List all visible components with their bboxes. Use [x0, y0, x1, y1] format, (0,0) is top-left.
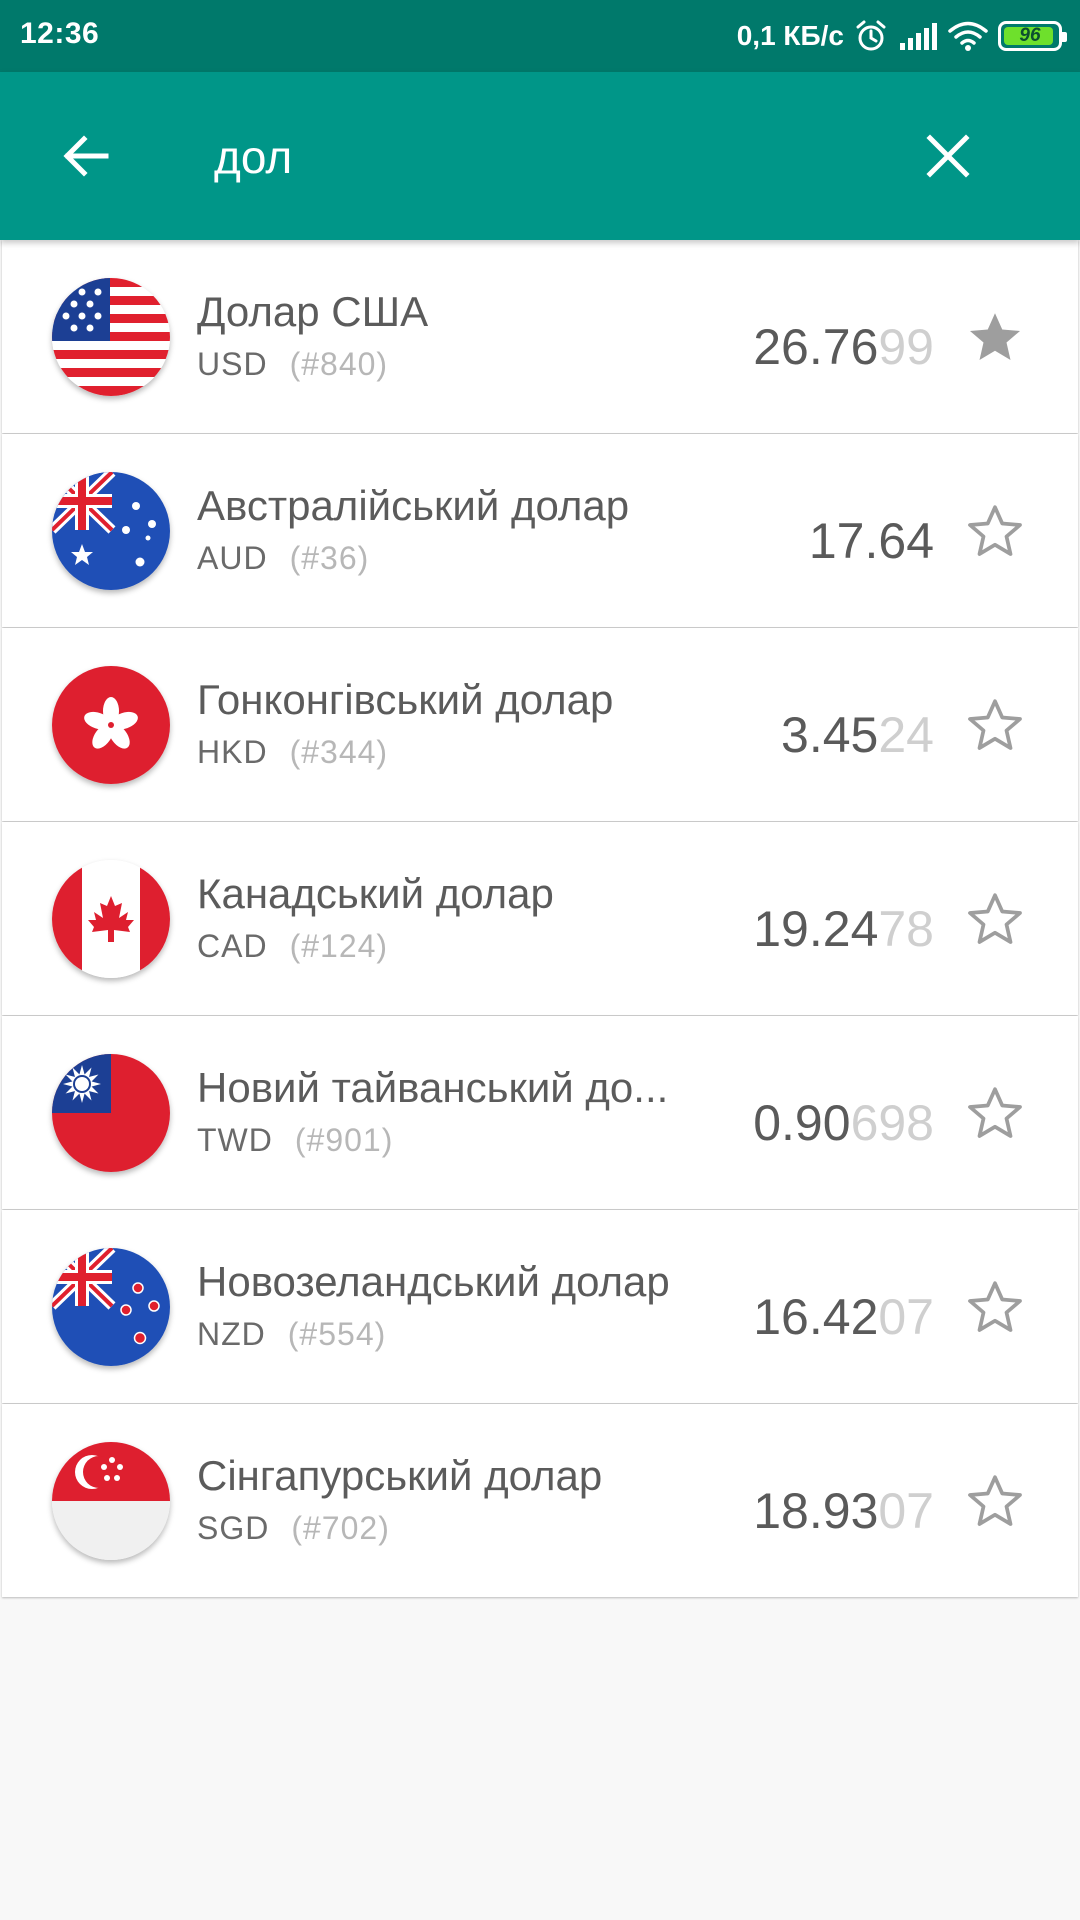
- star-outline-icon: [968, 1475, 1022, 1526]
- currency-item-twd[interactable]: Новий тайванський до... TWD (#901) 0.9069…: [2, 1016, 1078, 1209]
- us-flag-icon: [52, 278, 170, 396]
- currency-name: Новий тайванський до...: [197, 1064, 669, 1111]
- rate-main: 19.24: [753, 901, 879, 957]
- currency-item-nzd[interactable]: Новозеландський долар NZD (#554) 16.4207: [2, 1210, 1078, 1403]
- currency-code-line: AUD (#36): [197, 540, 369, 577]
- exchange-rate: 26.7699: [753, 318, 934, 376]
- currency-number: (#702): [291, 1510, 390, 1546]
- alarm-icon: [854, 19, 888, 53]
- rate-main: 17.64: [808, 513, 934, 569]
- currency-name: Сінгапурський долар: [197, 1452, 603, 1499]
- currency-code: CAD: [197, 928, 268, 964]
- star-outline-icon: [968, 893, 1022, 944]
- rate-main: 16.42: [753, 1289, 879, 1345]
- currency-item-aud[interactable]: Австралійський долар AUD (#36) 17.64: [2, 434, 1078, 627]
- currency-code: NZD: [197, 1316, 266, 1352]
- currency-name: Новозеландський долар: [197, 1258, 670, 1305]
- currency-code-line: TWD (#901): [197, 1122, 393, 1159]
- currency-list: Долар США USD (#840) 26.7699 Австралійсь…: [0, 240, 1080, 1598]
- star-filled-icon: [970, 313, 1020, 360]
- currency-code-line: CAD (#124): [197, 928, 388, 965]
- favorite-star-button[interactable]: [962, 1468, 1028, 1534]
- search-app-bar: [0, 72, 1080, 240]
- currency-item-hkd[interactable]: Гонконгівський долар HKD (#344) 3.4524: [2, 628, 1078, 821]
- network-speed: 0,1 КБ/с: [736, 20, 844, 51]
- rate-tail: 698: [850, 1095, 934, 1151]
- back-button[interactable]: [48, 118, 124, 194]
- sg-flag-icon: [52, 1442, 170, 1560]
- wifi-icon: [948, 20, 988, 52]
- currency-name: Австралійський долар: [197, 482, 630, 529]
- battery-icon: 96: [998, 21, 1067, 51]
- status-bar: 12:36 0,1 КБ/с 96: [0, 0, 1080, 72]
- favorite-star-button[interactable]: [962, 498, 1028, 564]
- currency-code: AUD: [197, 540, 268, 576]
- currency-code-line: USD (#840): [197, 346, 388, 383]
- currency-item-cad[interactable]: Канадський долар CAD (#124) 19.2478: [2, 822, 1078, 1015]
- currency-code-line: SGD (#702): [197, 1510, 390, 1547]
- currency-item-usd[interactable]: Долар США USD (#840) 26.7699: [2, 240, 1078, 433]
- favorite-star-button[interactable]: [962, 1274, 1028, 1340]
- battery-level: 96: [1019, 25, 1041, 46]
- currency-code: TWD: [197, 1122, 273, 1158]
- hk-flag-icon: [52, 666, 170, 784]
- exchange-rate: 16.4207: [753, 1288, 934, 1346]
- nz-flag-icon: [52, 1248, 170, 1366]
- favorite-star-button[interactable]: [962, 886, 1028, 952]
- currency-number: (#554): [287, 1316, 387, 1352]
- currency-number: (#344): [289, 734, 389, 770]
- currency-number: (#124): [289, 928, 389, 964]
- rate-tail: 24: [878, 707, 934, 763]
- status-icons: 0,1 КБ/с 96: [736, 14, 1067, 58]
- rate-tail: 78: [878, 901, 934, 957]
- status-time: 12:36: [20, 17, 100, 50]
- rate-main: 0.90: [753, 1095, 851, 1151]
- exchange-rate: 17.64: [809, 512, 934, 570]
- close-icon: [926, 134, 970, 178]
- clear-search-button[interactable]: [910, 118, 986, 194]
- rate-main: 18.93: [753, 1483, 879, 1539]
- currency-number: (#840): [289, 346, 389, 382]
- exchange-rate: 19.2478: [753, 900, 934, 958]
- currency-code: USD: [197, 346, 268, 382]
- currency-name: Гонконгівський долар: [197, 676, 614, 723]
- star-outline-icon: [968, 1087, 1022, 1138]
- signal-icon: [898, 21, 938, 51]
- ca-flag-icon: [52, 860, 170, 978]
- star-outline-icon: [968, 505, 1022, 556]
- currency-number: (#901): [294, 1122, 394, 1158]
- star-outline-icon: [968, 1281, 1022, 1332]
- exchange-rate: 0.90698: [753, 1094, 934, 1152]
- star-outline-icon: [968, 699, 1022, 750]
- arrow-left-icon: [63, 135, 109, 177]
- currency-code-line: HKD (#344): [197, 734, 388, 771]
- currency-code-line: NZD (#554): [197, 1316, 386, 1353]
- favorite-star-button[interactable]: [962, 1080, 1028, 1146]
- search-input[interactable]: [214, 122, 854, 192]
- currency-code: SGD: [197, 1510, 270, 1546]
- exchange-rate: 18.9307: [753, 1482, 934, 1540]
- rate-main: 26.76: [753, 319, 879, 375]
- exchange-rate: 3.4524: [781, 706, 934, 764]
- currency-name: Долар США: [197, 288, 429, 335]
- rate-tail: 07: [878, 1289, 934, 1345]
- rate-tail: 07: [878, 1483, 934, 1539]
- rate-tail: 99: [878, 319, 934, 375]
- currency-code: HKD: [197, 734, 268, 770]
- favorite-star-button[interactable]: [962, 304, 1028, 370]
- currency-item-sgd[interactable]: Сінгапурський долар SGD (#702) 18.9307: [2, 1404, 1078, 1597]
- tw-flag-icon: [52, 1054, 170, 1172]
- currency-number: (#36): [289, 540, 370, 576]
- rate-main: 3.45: [781, 707, 879, 763]
- favorite-star-button[interactable]: [962, 692, 1028, 758]
- currency-name: Канадський долар: [197, 870, 554, 917]
- au-flag-icon: [52, 472, 170, 590]
